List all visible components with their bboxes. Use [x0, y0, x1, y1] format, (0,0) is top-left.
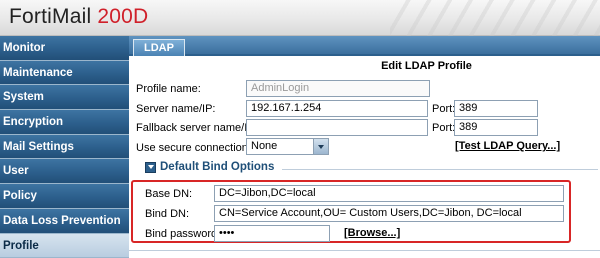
server-input[interactable]: 192.167.1.254 — [246, 100, 428, 117]
server-label: Server name/IP: — [136, 103, 216, 115]
product-logo: FortiMail 200D — [9, 5, 148, 29]
secure-connection-value: None — [251, 140, 278, 152]
section-title: Default Bind Options — [160, 161, 275, 173]
fallback-port-input[interactable]: 389 — [454, 119, 538, 136]
secure-connection-label: Use secure connection: — [136, 142, 251, 154]
server-port-label: Port: — [432, 103, 456, 115]
sidebar-item-data-loss-prevention[interactable]: Data Loss Prevention — [0, 208, 129, 234]
fallback-server-label: Fallback server name/IP: — [136, 122, 258, 134]
bind-dn-label: Bind DN: — [145, 208, 190, 220]
bind-dn-input[interactable]: CN=Service Account,OU= Custom Users,DC=J… — [214, 205, 564, 222]
base-dn-input[interactable]: DC=Jibon,DC=local — [214, 185, 564, 202]
sidebar-item-policy[interactable]: Policy — [0, 184, 129, 209]
sidebar-item-user[interactable]: User — [0, 159, 129, 185]
base-dn-label: Base DN: — [145, 188, 193, 200]
brand-model: 200D — [97, 5, 149, 28]
bind-password-label: Bind password: — [145, 228, 221, 240]
page-title: Edit LDAP Profile — [381, 60, 472, 72]
browse-link[interactable]: [Browse...] — [344, 227, 400, 239]
bottom-divider — [129, 250, 600, 251]
secure-connection-select[interactable]: None — [246, 138, 329, 155]
bind-password-input[interactable]: •••• — [214, 225, 330, 242]
tab-ldap[interactable]: LDAP — [133, 39, 185, 56]
sidebar: Monitor Maintenance System Encryption Ma… — [0, 36, 129, 258]
sidebar-item-mail-settings[interactable]: Mail Settings — [0, 134, 129, 160]
sidebar-item-encryption[interactable]: Encryption — [0, 110, 129, 135]
server-port-input[interactable]: 389 — [454, 100, 538, 117]
fallback-server-input[interactable] — [246, 119, 428, 136]
banner-decoration — [390, 0, 600, 36]
chevron-down-icon[interactable] — [313, 139, 328, 154]
fallback-port-label: Port: — [432, 122, 456, 134]
header-banner: FortiMail 200D — [0, 0, 600, 36]
sidebar-item-profile[interactable]: Profile — [0, 233, 129, 258]
test-ldap-query-link[interactable]: [Test LDAP Query...] — [455, 140, 560, 152]
tab-bar: LDAP — [129, 36, 600, 56]
collapse-toggle-icon[interactable] — [145, 162, 156, 173]
sidebar-item-maintenance[interactable]: Maintenance — [0, 60, 129, 86]
profile-name-field: AdminLogin — [246, 80, 430, 97]
sidebar-item-system[interactable]: System — [0, 85, 129, 111]
profile-name-label: Profile name: — [136, 83, 201, 95]
section-divider — [282, 169, 598, 170]
main-content: LDAP Edit LDAP Profile Profile name: Adm… — [129, 36, 600, 258]
brand-name: FortiMail — [9, 5, 92, 28]
sidebar-item-monitor[interactable]: Monitor — [0, 36, 129, 61]
